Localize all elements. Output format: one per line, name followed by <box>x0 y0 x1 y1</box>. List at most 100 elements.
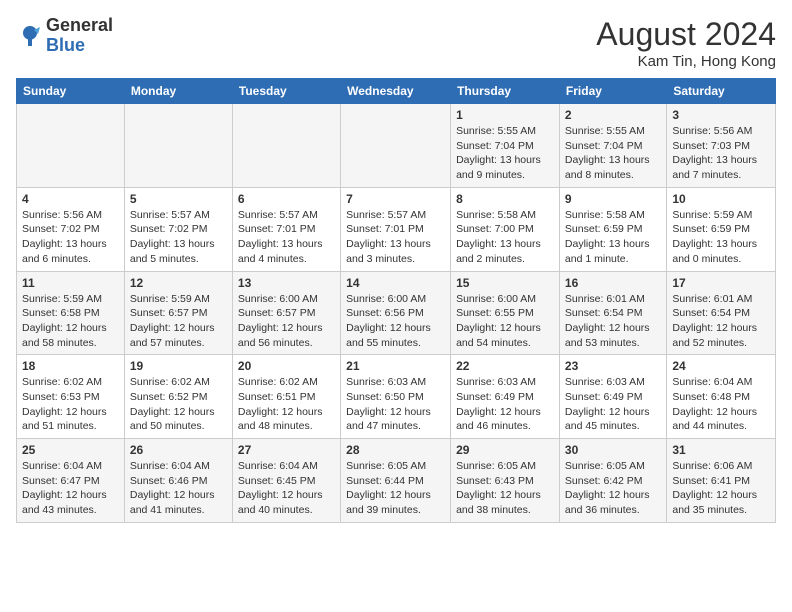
day-number: 25 <box>22 443 119 457</box>
day-info: Sunset: 6:54 PM <box>672 306 770 321</box>
day-info: Sunset: 6:53 PM <box>22 390 119 405</box>
day-info: Sunrise: 6:04 AM <box>22 459 119 474</box>
day-cell <box>232 104 340 188</box>
day-info: Daylight: 12 hours and 58 minutes. <box>22 321 119 350</box>
day-cell: 9Sunrise: 5:58 AMSunset: 6:59 PMDaylight… <box>559 187 666 271</box>
day-info: Sunset: 6:44 PM <box>346 474 445 489</box>
day-cell: 8Sunrise: 5:58 AMSunset: 7:00 PMDaylight… <box>451 187 560 271</box>
day-number: 12 <box>130 276 227 290</box>
logo-general: General <box>46 16 113 36</box>
day-cell <box>124 104 232 188</box>
week-row-4: 18Sunrise: 6:02 AMSunset: 6:53 PMDayligh… <box>17 355 776 439</box>
day-number: 22 <box>456 359 554 373</box>
day-cell: 25 Sunrise: 6:04 AMSunset: 6:47 PMDayligh… <box>17 439 125 523</box>
header-saturday: Saturday <box>667 79 776 104</box>
page-header: General Blue August 2024 Kam Tin, Hong K… <box>16 16 776 70</box>
day-info: Sunrise: 6:01 AM <box>565 292 661 307</box>
calendar-table: SundayMondayTuesdayWednesdayThursdayFrid… <box>16 78 776 523</box>
day-cell: 21Sunrise: 6:03 AMSunset: 6:50 PMDayligh… <box>341 355 451 439</box>
day-info: Sunrise: 6:04 AM <box>238 459 335 474</box>
day-cell: 23Sunrise: 6:03 AMSunset: 6:49 PMDayligh… <box>559 355 666 439</box>
day-info: Sunset: 6:57 PM <box>130 306 227 321</box>
day-cell <box>17 104 125 188</box>
day-info: Sunset: 6:46 PM <box>130 474 227 489</box>
day-info: Sunset: 6:49 PM <box>565 390 661 405</box>
day-info: Daylight: 13 hours and 5 minutes. <box>130 237 227 266</box>
day-number: 30 <box>565 443 661 457</box>
day-info: Daylight: 12 hours and 40 minutes. <box>238 488 335 517</box>
day-info: Sunset: 7:00 PM <box>456 222 554 237</box>
month-year: August 2024 <box>596 16 776 53</box>
day-info: Daylight: 12 hours and 52 minutes. <box>672 321 770 350</box>
day-number: 2 <box>565 108 661 122</box>
day-info: Daylight: 13 hours and 2 minutes. <box>456 237 554 266</box>
day-number: 9 <box>565 192 661 206</box>
day-info: Daylight: 12 hours and 48 minutes. <box>238 405 335 434</box>
day-number: 19 <box>130 359 227 373</box>
day-info: Daylight: 12 hours and 36 minutes. <box>565 488 661 517</box>
day-cell: 29Sunrise: 6:05 AMSunset: 6:43 PMDayligh… <box>451 439 560 523</box>
day-info: Sunset: 7:02 PM <box>22 222 119 237</box>
day-number: 13 <box>238 276 335 290</box>
day-info: Sunrise: 6:03 AM <box>565 375 661 390</box>
day-info: Sunrise: 6:00 AM <box>238 292 335 307</box>
day-info: Daylight: 12 hours and 57 minutes. <box>130 321 227 350</box>
day-info: Sunset: 7:01 PM <box>346 222 445 237</box>
day-cell: 15Sunrise: 6:00 AMSunset: 6:55 PMDayligh… <box>451 271 560 355</box>
day-number: 20 <box>238 359 335 373</box>
header-row: SundayMondayTuesdayWednesdayThursdayFrid… <box>17 79 776 104</box>
header-wednesday: Wednesday <box>341 79 451 104</box>
day-cell: 24Sunrise: 6:04 AMSunset: 6:48 PMDayligh… <box>667 355 776 439</box>
day-info: Sunrise: 5:55 AM <box>565 124 661 139</box>
day-number: 21 <box>346 359 445 373</box>
day-info: Sunrise: 6:03 AM <box>346 375 445 390</box>
day-info: Sunset: 6:42 PM <box>565 474 661 489</box>
day-cell: 22Sunrise: 6:03 AMSunset: 6:49 PMDayligh… <box>451 355 560 439</box>
day-info: Daylight: 12 hours and 55 minutes. <box>346 321 445 350</box>
day-info: Sunset: 6:48 PM <box>672 390 770 405</box>
day-info: Sunset: 6:47 PM <box>22 474 119 489</box>
day-number: 6 <box>238 192 335 206</box>
day-number: 7 <box>346 192 445 206</box>
day-info: Sunrise: 6:04 AM <box>672 375 770 390</box>
day-number: 3 <box>672 108 770 122</box>
day-cell: 18Sunrise: 6:02 AMSunset: 6:53 PMDayligh… <box>17 355 125 439</box>
day-info: Daylight: 13 hours and 8 minutes. <box>565 153 661 182</box>
day-cell: 10Sunrise: 5:59 AMSunset: 6:59 PMDayligh… <box>667 187 776 271</box>
day-cell: 30 Sunrise: 6:05 AMSunset: 6:42 PMDayligh… <box>559 439 666 523</box>
day-cell: 5Sunrise: 5:57 AMSunset: 7:02 PMDaylight… <box>124 187 232 271</box>
day-cell: 20Sunrise: 6:02 AMSunset: 6:51 PMDayligh… <box>232 355 340 439</box>
day-cell: 17Sunrise: 6:01 AMSunset: 6:54 PMDayligh… <box>667 271 776 355</box>
day-info: Daylight: 13 hours and 9 minutes. <box>456 153 554 182</box>
day-number: 10 <box>672 192 770 206</box>
day-info: Sunrise: 5:58 AM <box>565 208 661 223</box>
day-cell: 2Sunrise: 5:55 AMSunset: 7:04 PMDaylight… <box>559 104 666 188</box>
day-info: Sunrise: 5:56 AM <box>672 124 770 139</box>
day-info: Sunrise: 5:57 AM <box>238 208 335 223</box>
day-info: Daylight: 12 hours and 53 minutes. <box>565 321 661 350</box>
day-info: Daylight: 13 hours and 3 minutes. <box>346 237 445 266</box>
day-info: Sunset: 6:50 PM <box>346 390 445 405</box>
day-info: Sunset: 6:49 PM <box>456 390 554 405</box>
day-cell: 13Sunrise: 6:00 AMSunset: 6:57 PMDayligh… <box>232 271 340 355</box>
day-info: Daylight: 12 hours and 38 minutes. <box>456 488 554 517</box>
day-number: 29 <box>456 443 554 457</box>
day-info: Daylight: 12 hours and 43 minutes. <box>22 488 119 517</box>
day-info: Sunset: 7:01 PM <box>238 222 335 237</box>
day-number: 16 <box>565 276 661 290</box>
day-info: Daylight: 13 hours and 4 minutes. <box>238 237 335 266</box>
location: Kam Tin, Hong Kong <box>596 53 776 70</box>
logo-text: General Blue <box>46 16 113 56</box>
day-info: Sunrise: 6:05 AM <box>565 459 661 474</box>
day-cell: 6 Sunrise: 5:57 AMSunset: 7:01 PMDaylight… <box>232 187 340 271</box>
day-info: Sunset: 7:02 PM <box>130 222 227 237</box>
day-cell: 19Sunrise: 6:02 AMSunset: 6:52 PMDayligh… <box>124 355 232 439</box>
day-info: Sunset: 6:43 PM <box>456 474 554 489</box>
day-info: Daylight: 12 hours and 45 minutes. <box>565 405 661 434</box>
day-info: Daylight: 13 hours and 7 minutes. <box>672 153 770 182</box>
day-number: 17 <box>672 276 770 290</box>
day-info: Daylight: 13 hours and 6 minutes. <box>22 237 119 266</box>
day-cell <box>341 104 451 188</box>
day-number: 11 <box>22 276 119 290</box>
day-info: Sunset: 6:58 PM <box>22 306 119 321</box>
